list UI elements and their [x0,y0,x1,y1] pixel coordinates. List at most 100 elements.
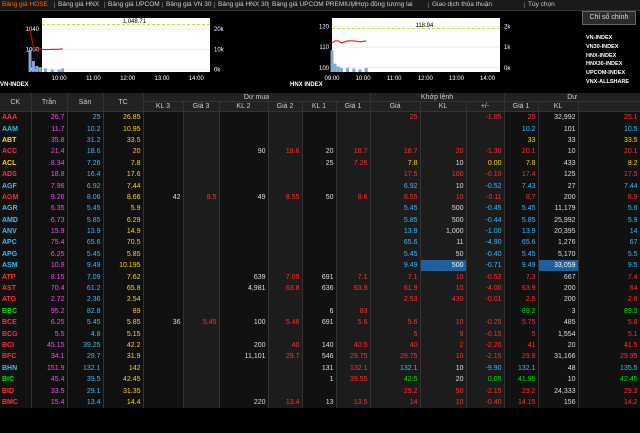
table-row[interactable]: BBC 95.2 82.8 89 6 83 89.2 3 89.3 [0,305,640,318]
table-row[interactable]: AAM 11.7 10.2 10.95 10.2 101 10.5 [0,123,640,135]
cell-ck[interactable]: AAM [0,123,32,135]
cell-san: 2.36 [67,294,104,306]
table-row[interactable]: ASM 10.9 9.49 10.195 9.49 500 -0.71 9.49 33,059 9… [0,260,640,272]
cell-ck[interactable]: ATP [0,271,32,283]
col-san[interactable]: Sàn [67,93,104,112]
table-row[interactable]: ANV 15.9 13.9 14.9 13.9 1,000 -1.00 13.9 20,395 1… [0,225,640,238]
cell-ck[interactable]: BFC [0,351,32,363]
cell-ck[interactable]: AGR [0,203,32,215]
table-row[interactable]: BHN 151.9 132.1 142 131 132.1 132.1 10 -9.90 132.… [0,362,640,374]
col-kl2[interactable]: KL 2 [219,101,269,112]
table-row[interactable]: AGF 7.96 6.92 7.44 6.92 10 -0.52 7.43 27 7.44 [0,180,640,192]
cell-kl2 [219,123,269,135]
cell-ck[interactable]: ASM [0,260,32,272]
table-row[interactable]: ACL 8.34 7.26 7.8 25 7.26 7.8 10 0.00 7.8 433 8.2 [0,157,640,169]
main-index-select-button[interactable]: Chỉ số chính [582,11,636,25]
cell-ck[interactable]: AST [0,282,32,295]
cell-ck[interactable]: ABT [0,134,32,147]
col-ban-kl1[interactable]: KL [538,101,579,112]
cell-gia3 [183,260,220,272]
col-kl[interactable]: KL [420,101,467,112]
table-row[interactable]: APC 75.4 65.6 70.5 65.6 11 -4.90 65.6 1,276 67 [0,237,640,249]
cell-ck[interactable]: APC [0,237,32,249]
col-ban-gia1[interactable]: Giá 1 [504,101,539,112]
col-change[interactable]: +/- [466,101,505,112]
table-row[interactable]: BMC 15.4 13.4 14.4 220 13.4 13 13.5 14 10 -0.40 14.… [0,396,640,409]
nav-item-5[interactable]: Bảng giá UPCOM PREMIUM [272,0,356,10]
table-row[interactable]: BCG 5.5 4.8 5.15 5 9 -0.15 5 1,554 5.1 [0,328,640,340]
cell-ck[interactable]: BCE [0,317,32,329]
cell-dg: 2.6 [578,294,640,306]
table-row[interactable]: ADS 18.8 16.4 17.6 17.5 100 -0.10 17.4 125 17.5 [0,168,640,181]
cell-ck[interactable]: BBC [0,305,32,318]
cell-ck[interactable]: BID [0,385,32,397]
nav-item-3[interactable]: Bảng giá VN 30 [166,0,212,10]
table-row[interactable]: ATG 2.72 2.36 2.54 2.53 430 -0.01 2.5 200 2.6 [0,294,640,306]
table-row[interactable]: ACC 21.4 18.6 20 90 18.6 20 18.7 18.7 20 -1.30 20.1… [0,146,640,158]
index-link-1[interactable]: VN30-INDEX [586,43,638,52]
table-row[interactable]: AST 70.4 61.2 65.8 4,981 63.8 636 63.9 61.9 10 -4.… [0,282,640,295]
cell-ck[interactable]: BIC [0,373,32,386]
vnindex-chart-svg: 104020k100010k9600k10:0011:0012:0013:001… [26,18,225,82]
nav-item-2[interactable]: Bảng giá UPCOM [108,0,160,10]
col-gia[interactable]: Giá [370,101,421,112]
col-gia3[interactable]: Giá 3 [183,101,220,112]
cell-ck[interactable]: ATG [0,294,32,306]
col-group-du-mua: Dư mua [143,93,371,102]
col-kl1[interactable]: KL 1 [302,101,337,112]
cell-ck[interactable]: ACL [0,157,32,169]
index-link-0[interactable]: VN-INDEX [586,34,638,43]
cell-ck[interactable]: ADS [0,168,32,181]
col-tran[interactable]: Trần [31,93,68,112]
cell-ck[interactable]: AAA [0,111,32,124]
index-link-5[interactable]: VNX-ALLSHARE [586,78,638,87]
table-row[interactable]: APG 6.25 5.45 5.85 5.45 50 -0.40 5.45 5,170 5.5 [0,248,640,261]
cell-kl: 10 [420,271,467,283]
table-row[interactable]: AAA 26.7 25 26.85 25 -1.85 25 32,992 25.1 [0,111,640,124]
cell-ck[interactable]: AGM [0,191,32,204]
cell-ck[interactable]: BCG [0,328,32,340]
nav-item-7[interactable]: Giao dịch thỏa thuận [432,0,492,10]
table-row[interactable]: BIC 45.4 39.5 42.45 1 39.55 42.5 20 0.05 41.95 10 4… [0,373,640,386]
table-row[interactable]: AGR 6.35 5.45 5.9 5.45 500 -0.45 5.45 11,179 5.6 [0,203,640,215]
col-ck[interactable]: CK [0,93,32,112]
col-kl3[interactable]: KL 3 [143,101,184,112]
table-row[interactable]: BFC 34.1 29.7 31.9 11,101 29.7 546 29.75 29.75 10… [0,351,640,363]
cell-ck[interactable]: BCI [0,339,32,352]
cell-ck[interactable]: BMC [0,396,32,409]
cell-ck[interactable]: ACC [0,146,32,158]
cell-ck[interactable]: ANV [0,225,32,238]
cell-ck[interactable]: BHN [0,362,32,374]
col-gia1[interactable]: Giá 1 [336,101,371,112]
table-row[interactable]: BID 33.5 29.1 31.35 29.2 50 -2.15 29.2 24,333 29.… [0,385,640,397]
nav-item-8[interactable]: Tùy chọn [528,0,555,10]
col-gia2[interactable]: Giá 2 [268,101,303,112]
index-link-4[interactable]: UPCOM-INDEX [586,69,638,78]
cell-gia3 [183,328,220,340]
index-link-3[interactable]: HNX30-INDEX [586,60,638,69]
cell-ck[interactable]: AMD [0,214,32,226]
cell-gia3 [183,396,220,409]
volume-bar [333,63,337,72]
cell-kl1: 6 [302,305,337,318]
nav-item-4[interactable]: Bảng giá HNX 30 [218,0,268,10]
table-row[interactable]: BCE 6.25 5.45 5.85 36 5.45 100 5.46 691 5.6 5.6 10-… [0,317,640,329]
index-list: VN-INDEX VN30-INDEX HNX-INDEX HNX30-INDEX UP… [586,34,638,87]
cell-tc: 7.8 [103,157,144,169]
cell-chg: -2.15 [466,385,505,397]
table-row[interactable]: AGM 9.26 8.06 8.66 42 8.5 49 8.55 50 8.6 8.55 10 -0.… [0,191,640,204]
nav-item-6[interactable]: Hợp đồng tương lai [356,0,413,10]
cell-gia3 [183,248,220,261]
cell-ck[interactable]: AGF [0,180,32,192]
cell-ck[interactable]: APG [0,248,32,261]
nav-item-0[interactable]: Bảng giá HOSE [2,0,48,10]
table-row[interactable]: AMD 6.73 5.85 6.29 5.85 500 -0.44 5.85 25,992 5.9 [0,214,640,226]
col-tc[interactable]: TC [103,93,144,112]
cell-gia: 8.55 [370,191,421,204]
table-row[interactable]: BCI 45.15 39.25 42.2 200 40 140 40.5 40 2 -2.20 41 2… [0,339,640,352]
index-link-2[interactable]: HNX-INDEX [586,52,638,61]
table-row[interactable]: ABT 35.8 31.2 33.5 33 33 33.5 [0,134,640,147]
col-du-gia[interactable] [578,101,640,112]
nav-item-1[interactable]: Bảng giá HNX [58,0,99,10]
table-row[interactable]: ATP 8.15 7.09 7.62 639 7.09 691 7.1 7.1 10 -0.52 7.… [0,271,640,283]
